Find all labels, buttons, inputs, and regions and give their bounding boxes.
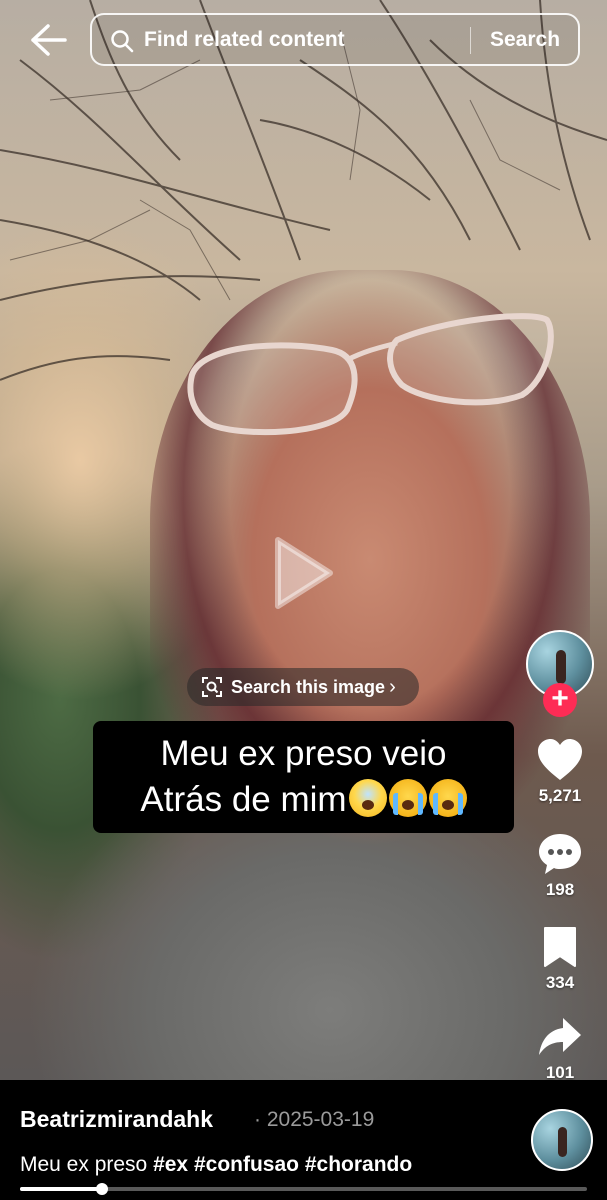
crying-emoji-icon xyxy=(428,779,467,817)
heart-icon xyxy=(538,739,582,780)
comment-count: 198 xyxy=(545,880,575,899)
progress-fill xyxy=(20,1187,103,1191)
video-progress-bar[interactable] xyxy=(20,1183,587,1195)
scream-emoji-icon xyxy=(348,779,387,817)
search-this-image-button[interactable]: Search this image › xyxy=(187,668,419,706)
follow-plus-button[interactable]: + xyxy=(543,683,577,717)
save-count: 334 xyxy=(545,973,575,992)
author-name[interactable]: Beatrizmirandahk xyxy=(20,1106,213,1133)
description-text: Meu ex preso xyxy=(20,1153,148,1176)
avatar-figure xyxy=(556,650,566,684)
search-icon xyxy=(111,30,134,53)
back-arrow-icon[interactable] xyxy=(28,22,68,58)
search-this-image-label: Search this image xyxy=(231,676,386,697)
hashtag-link[interactable]: #ex xyxy=(153,1153,188,1176)
hashtag-link[interactable]: #confusao xyxy=(194,1153,299,1176)
like-count: 5,271 xyxy=(538,786,582,805)
search-bar[interactable]: Find related content Search xyxy=(90,13,580,66)
avatar-figure xyxy=(558,1127,567,1157)
comment-button[interactable]: 198 xyxy=(520,832,600,900)
date-separator: · xyxy=(254,1108,261,1131)
search-button[interactable]: Search xyxy=(490,28,560,52)
hashtag-link[interactable]: #chorando xyxy=(305,1153,412,1176)
date-value: 2025-03-19 xyxy=(266,1108,375,1131)
crying-emoji-icon xyxy=(388,779,427,817)
post-description: Meu ex preso #ex #confusao #chorando xyxy=(20,1153,412,1177)
share-button[interactable]: 101 xyxy=(520,1015,600,1083)
share-arrow-icon xyxy=(539,1018,581,1055)
search-divider xyxy=(470,27,471,54)
caption-line-1: Meu ex preso veio xyxy=(160,734,447,773)
image-scan-icon xyxy=(202,677,222,697)
sound-avatar[interactable] xyxy=(531,1109,593,1171)
video-caption: Meu ex preso veio Atrás de mim xyxy=(93,721,514,833)
post-date: · 2025-03-19 xyxy=(254,1108,374,1132)
like-button[interactable]: 5,271 xyxy=(520,738,600,806)
bookmark-icon xyxy=(544,927,576,967)
comment-icon xyxy=(539,834,581,874)
top-bar: Find related content Search xyxy=(0,0,607,80)
save-button[interactable]: 334 xyxy=(520,925,600,993)
caption-line-2: Atrás de mim xyxy=(93,777,514,823)
play-icon[interactable] xyxy=(272,534,336,612)
glasses-shape xyxy=(187,313,554,436)
search-input[interactable]: Find related content xyxy=(144,28,345,52)
caption-line-2-text: Atrás de mim xyxy=(140,780,347,819)
chevron-right-icon: › xyxy=(389,675,396,698)
post-info-panel xyxy=(0,1080,607,1200)
